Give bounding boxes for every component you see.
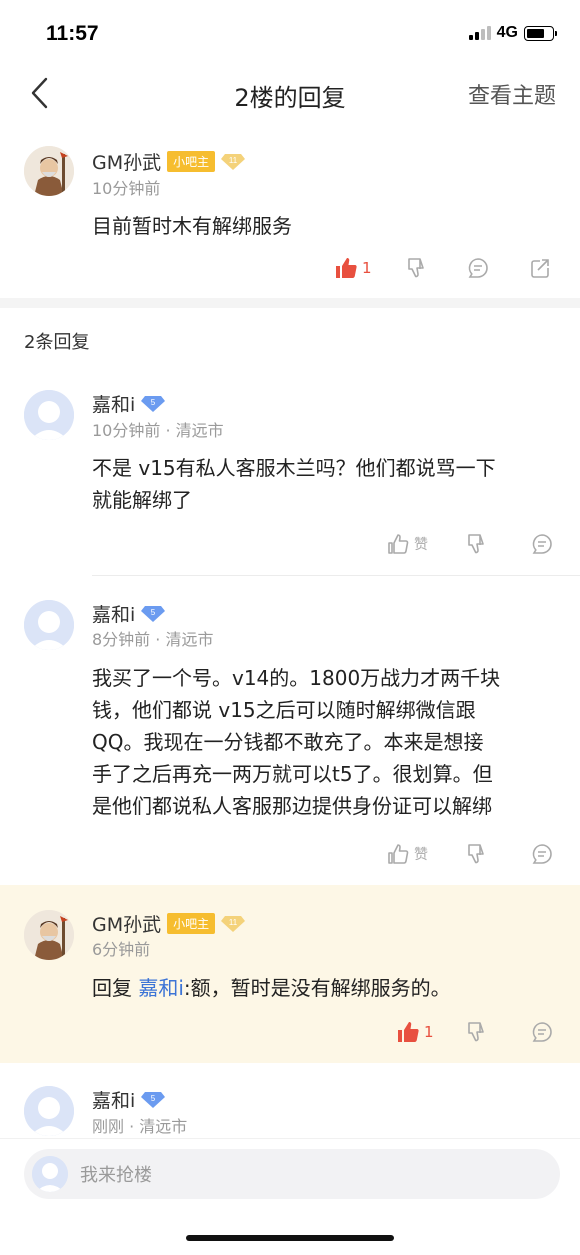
comment-button[interactable] <box>466 256 528 280</box>
like-button[interactable]: 1 <box>396 1020 464 1044</box>
username-row: 嘉和i 5 <box>92 390 166 417</box>
avatar <box>32 1156 68 1192</box>
home-indicator <box>186 1235 394 1241</box>
level-number: 5 <box>151 608 156 617</box>
reply-line: 不是 v15有私人客服木兰吗？他们都说骂一下 <box>92 456 496 480</box>
comment-button[interactable] <box>530 1020 560 1044</box>
reply-line: 就能解绑了 <box>92 488 192 512</box>
reply-meta: 8分钟前 · 清远市 <box>92 630 214 649</box>
reply-actions: 1 <box>396 1020 560 1044</box>
reply-input-placeholder: 我来抢楼 <box>80 1165 152 1186</box>
level-number: 11 <box>229 156 238 165</box>
comment-icon <box>468 258 488 278</box>
avatar[interactable] <box>24 146 74 196</box>
reply-line: QQ。我现在一分钱都不敢充了。本来是想接 <box>92 730 484 754</box>
comment-icon <box>532 1022 552 1042</box>
reply-line: 是他们都说私人客服那边提供身份证可以解绑 <box>92 794 492 818</box>
username-row: GM孙武 小吧主 11 <box>92 910 246 937</box>
dislike-button[interactable] <box>464 842 530 866</box>
status-bar: 11:57 4G <box>0 0 580 70</box>
reply-line: 手了之后再充一两万就可以t5了。很划算。但 <box>92 762 493 786</box>
level-badge-icon: 5 <box>141 605 166 622</box>
signal-icon <box>468 26 491 40</box>
reply-prefix: 回复 <box>92 976 132 1000</box>
username-row: 嘉和i 5 <box>92 600 166 627</box>
post-time: 10分钟前 <box>92 179 161 198</box>
post-actions: 1 <box>334 256 558 280</box>
reply-line: 我买了一个号。v14的。1800万战力才两千块 <box>92 666 501 690</box>
thumb-up-filled-icon <box>336 258 357 278</box>
thumb-down-icon <box>468 1022 484 1042</box>
nav-bar: 2楼的回复 查看主题 <box>0 68 580 118</box>
thumb-up-icon <box>388 844 409 864</box>
share-icon <box>531 259 549 278</box>
reply-text: 回复 嘉和i:额，暂时是没有解绑服务的。 <box>92 972 451 1004</box>
admin-badge: 小吧主 <box>167 151 216 172</box>
divider <box>92 575 580 576</box>
username[interactable]: GM孙武 <box>92 910 161 937</box>
network-label: 4G <box>496 24 518 41</box>
share-button[interactable] <box>528 256 558 280</box>
comment-button[interactable] <box>530 532 560 556</box>
reply-actions: 赞 <box>386 842 560 866</box>
avatar[interactable] <box>24 600 74 650</box>
reply-meta: 刚刚 · 清远市 <box>92 1117 188 1136</box>
status-time: 11:57 <box>46 22 99 45</box>
like-label: 赞 <box>414 847 428 863</box>
comment-icon <box>532 534 552 554</box>
avatar[interactable] <box>24 910 74 960</box>
username[interactable]: 嘉和i <box>92 600 135 627</box>
level-number: 5 <box>151 398 156 407</box>
level-badge-icon: 5 <box>141 1091 166 1108</box>
reply-meta: 6分钟前 <box>92 940 151 959</box>
username[interactable]: 嘉和i <box>92 390 135 417</box>
status-indicators: 4G <box>468 24 557 42</box>
reply-count: 2条回复 <box>24 332 90 353</box>
dislike-button[interactable] <box>404 256 466 280</box>
level-badge-icon: 11 <box>221 153 246 170</box>
thumb-down-icon <box>468 534 484 554</box>
bottom-bar: 我来抢楼 <box>0 1138 580 1255</box>
thumb-down-icon <box>408 258 424 278</box>
battery-icon <box>524 25 557 41</box>
level-badge-icon: 11 <box>221 915 246 932</box>
like-button[interactable]: 赞 <box>386 532 464 556</box>
like-label: 赞 <box>414 537 428 553</box>
comment-icon <box>532 844 552 864</box>
dislike-button[interactable] <box>464 532 530 556</box>
reply-text: 我买了一个号。v14的。1800万战力才两千块 钱，他们都说 v15之后可以随时… <box>92 662 500 822</box>
reply-target-link[interactable]: 嘉和i <box>138 976 184 1000</box>
avatar[interactable] <box>24 390 74 440</box>
thumb-up-filled-icon <box>398 1022 419 1042</box>
reply-meta: 10分钟前 · 清远市 <box>92 421 224 440</box>
post-text: 目前暂时木有解绑服务 <box>92 214 292 238</box>
like-button[interactable]: 1 <box>334 256 404 280</box>
reply-line: 钱，他们都说 v15之后可以随时解绑微信跟 <box>92 698 476 722</box>
dislike-button[interactable] <box>464 1020 530 1044</box>
reply-actions: 赞 <box>386 532 560 556</box>
reply-content: :额，暂时是没有解绑服务的。 <box>183 976 451 1000</box>
like-count: 1 <box>362 259 372 277</box>
like-button[interactable]: 赞 <box>386 842 464 866</box>
thumb-up-icon <box>388 534 409 554</box>
username[interactable]: GM孙武 <box>92 148 161 175</box>
section-divider <box>0 298 580 308</box>
admin-badge: 小吧主 <box>167 913 216 934</box>
level-number: 11 <box>229 918 238 927</box>
comment-button[interactable] <box>530 842 560 866</box>
username-row: GM孙武 小吧主 11 <box>92 148 246 175</box>
avatar[interactable] <box>24 1086 74 1136</box>
like-count: 1 <box>424 1023 434 1041</box>
username[interactable]: 嘉和i <box>92 1086 135 1113</box>
reply-text: 不是 v15有私人客服木兰吗？他们都说骂一下 就能解绑了 <box>92 452 496 516</box>
level-number: 5 <box>151 1094 156 1103</box>
reply-input[interactable]: 我来抢楼 <box>24 1149 560 1199</box>
level-badge-icon: 5 <box>141 395 166 412</box>
thumb-down-icon <box>468 844 484 864</box>
view-topic-button[interactable]: 查看主题 <box>468 78 556 110</box>
username-row: 嘉和i 5 <box>92 1086 166 1113</box>
